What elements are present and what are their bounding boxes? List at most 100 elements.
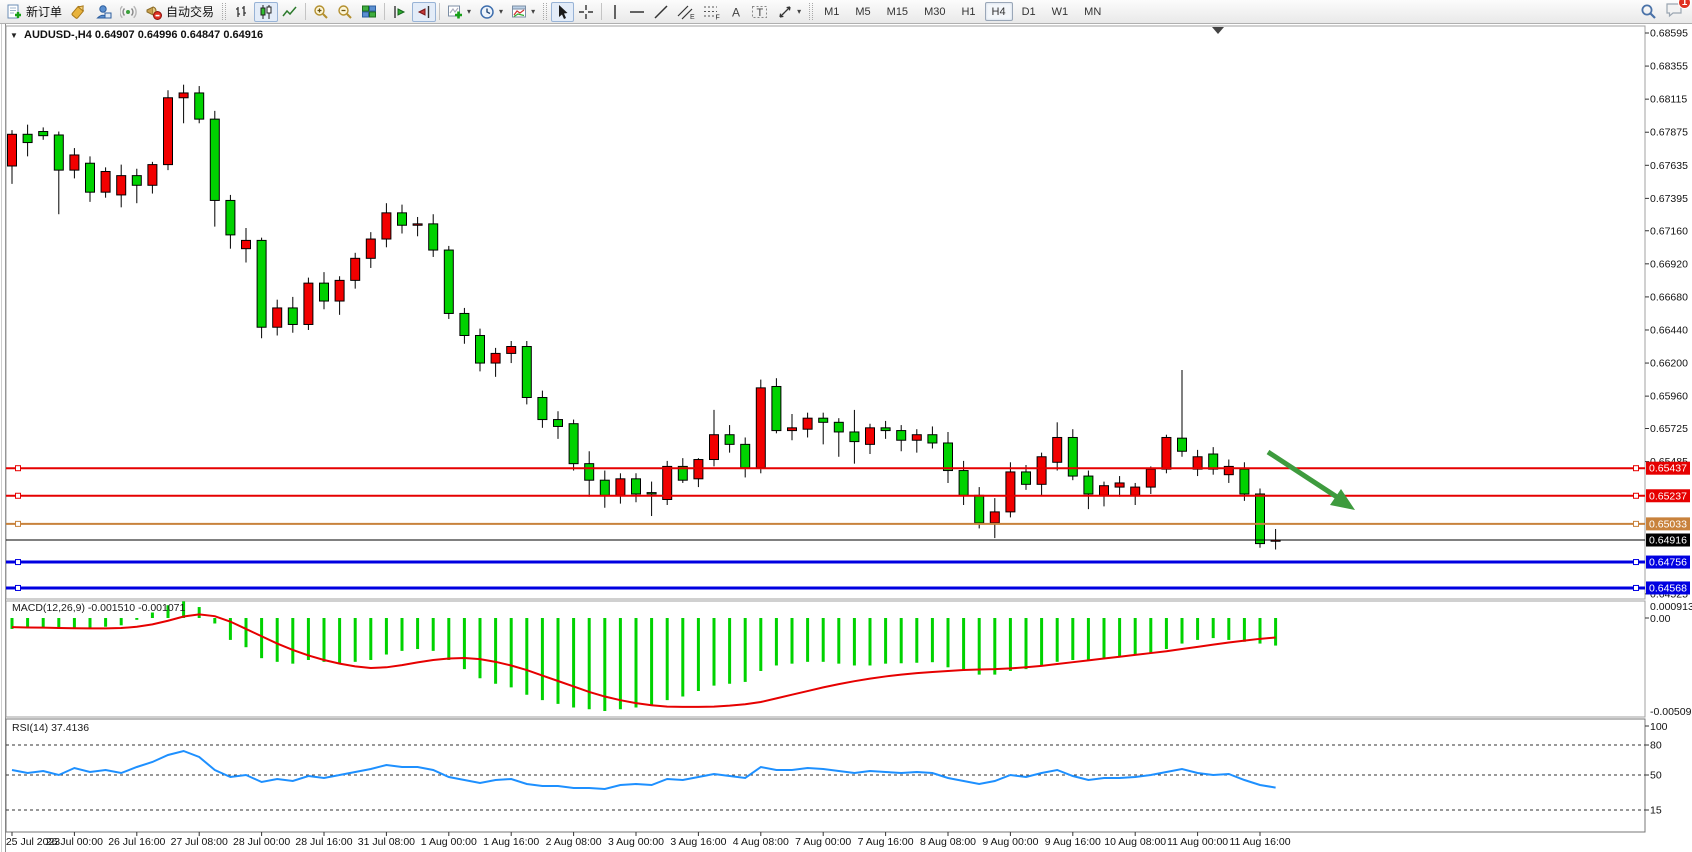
dropdown-caret-icon: ▾ xyxy=(467,7,471,16)
svg-text:4 Aug 08:00: 4 Aug 08:00 xyxy=(733,836,789,848)
line-handle[interactable] xyxy=(1634,585,1639,590)
bar-chart-icon xyxy=(234,4,250,20)
svg-text:0.00: 0.00 xyxy=(1650,613,1671,625)
svg-text:26 Jul 00:00: 26 Jul 00:00 xyxy=(46,836,103,848)
vertical-line-button[interactable] xyxy=(605,2,625,22)
svg-text:100: 100 xyxy=(1650,721,1668,733)
chart-canvas[interactable]: 0.68595 0.68355 0.68115 0.67875 0.67635 0.673… xyxy=(0,24,1692,852)
svg-text:0.66440: 0.66440 xyxy=(1650,324,1688,336)
equidistant-channel-icon: E xyxy=(677,4,695,20)
svg-text:F: F xyxy=(716,14,720,20)
marker-button[interactable] xyxy=(66,2,91,22)
auto-trading-icon xyxy=(145,4,163,20)
arrows-tool-button[interactable]: ▾ xyxy=(773,2,805,22)
templates-icon xyxy=(511,4,527,20)
channel-button[interactable]: E xyxy=(673,2,699,22)
zoom-out-button[interactable] xyxy=(333,2,357,22)
auto-trading-button[interactable]: 自动交易 xyxy=(141,2,218,22)
timeframe-button-m15[interactable]: M15 xyxy=(880,2,915,21)
cursor-button[interactable] xyxy=(551,2,574,22)
svg-text:1 Aug 16:00: 1 Aug 16:00 xyxy=(483,836,539,848)
toolbar-separator xyxy=(601,3,602,20)
main-toolbar: 新订单 自动交易 xyxy=(0,0,1692,24)
toolbar-separator xyxy=(439,3,440,20)
text-label-icon: T xyxy=(751,4,769,20)
fibonacci-button[interactable]: F xyxy=(699,2,725,22)
svg-text:0.68115: 0.68115 xyxy=(1650,94,1687,106)
profile-button[interactable] xyxy=(91,2,116,22)
trendline-button[interactable] xyxy=(649,2,673,22)
line-handle[interactable] xyxy=(1634,466,1639,471)
svg-text:0.65237: 0.65237 xyxy=(1649,490,1687,502)
crayon-icon xyxy=(70,4,87,20)
window-menu-triangle-icon: ▼ xyxy=(10,31,18,40)
macd-pane[interactable] xyxy=(6,601,1645,717)
text-button[interactable]: A xyxy=(725,2,747,22)
timeframe-button-h1[interactable]: H1 xyxy=(954,2,982,21)
candlestick-chart-icon xyxy=(258,4,274,20)
new-order-label: 新订单 xyxy=(26,3,62,20)
auto-scroll-icon xyxy=(392,4,408,20)
search-icon[interactable] xyxy=(1640,3,1657,20)
svg-text:0.64916: 0.64916 xyxy=(1649,535,1687,547)
toolbar-right: 1 xyxy=(1640,1,1690,23)
svg-text:27 Jul 08:00: 27 Jul 08:00 xyxy=(171,836,228,848)
notification-badge: 1 xyxy=(1678,0,1691,9)
svg-text:50: 50 xyxy=(1650,770,1662,782)
timeframe-button-h4[interactable]: H4 xyxy=(985,2,1013,21)
chart-shift-button[interactable] xyxy=(412,2,436,22)
line-handle[interactable] xyxy=(1634,560,1639,565)
text-label-button[interactable]: T xyxy=(747,2,773,22)
chat-button[interactable]: 1 xyxy=(1665,1,1684,23)
timeframe-button-m5[interactable]: M5 xyxy=(848,2,877,21)
new-order-button[interactable]: 新订单 xyxy=(2,2,66,22)
line-handle[interactable] xyxy=(16,466,21,471)
signals-button[interactable] xyxy=(116,2,141,22)
chart-title: ▼AUDUSD-,H4 0.64907 0.64996 0.64847 0.64… xyxy=(10,29,263,41)
bar-chart-button[interactable] xyxy=(230,2,254,22)
crosshair-icon xyxy=(578,4,594,20)
horizontal-line-button[interactable] xyxy=(625,2,649,22)
svg-text:0.67395: 0.67395 xyxy=(1650,193,1688,205)
timeframe-button-mn[interactable]: MN xyxy=(1077,2,1108,21)
timeframe-button-m30[interactable]: M30 xyxy=(917,2,952,21)
arrows-tool-icon xyxy=(777,4,793,20)
svg-text:80: 80 xyxy=(1650,740,1662,752)
svg-text:2 Aug 08:00: 2 Aug 08:00 xyxy=(546,836,602,848)
svg-text:0.67875: 0.67875 xyxy=(1650,127,1688,139)
auto-scroll-button[interactable] xyxy=(388,2,412,22)
toolbar-grip xyxy=(809,3,813,20)
timeframe-button-m1[interactable]: M1 xyxy=(817,2,846,21)
svg-text:3 Aug 00:00: 3 Aug 00:00 xyxy=(608,836,664,848)
line-handle[interactable] xyxy=(1634,521,1639,526)
indicators-button[interactable]: ▾ xyxy=(443,2,475,22)
svg-text:0.66680: 0.66680 xyxy=(1650,291,1688,303)
line-handle[interactable] xyxy=(16,560,21,565)
svg-text:28 Jul 16:00: 28 Jul 16:00 xyxy=(295,836,352,848)
svg-text:E: E xyxy=(690,14,695,20)
tile-windows-icon xyxy=(361,4,377,20)
line-handle[interactable] xyxy=(16,493,21,498)
clock-icon xyxy=(479,4,495,20)
templates-button[interactable]: ▾ xyxy=(507,2,539,22)
svg-text:0.68355: 0.68355 xyxy=(1650,61,1688,73)
tile-windows-button[interactable] xyxy=(357,2,381,22)
periods-button[interactable]: ▾ xyxy=(475,2,507,22)
timeframe-button-w1[interactable]: W1 xyxy=(1045,2,1076,21)
timeframe-button-d1[interactable]: D1 xyxy=(1015,2,1043,21)
zoom-in-button[interactable] xyxy=(309,2,333,22)
line-chart-icon xyxy=(282,4,298,20)
line-handle[interactable] xyxy=(16,521,21,526)
crosshair-button[interactable] xyxy=(574,2,598,22)
macd-label: MACD(12,26,9) -0.001510 -0.001071 xyxy=(12,602,186,614)
line-handle[interactable] xyxy=(1634,493,1639,498)
toolbar-grip xyxy=(543,3,547,20)
svg-text:0.68595: 0.68595 xyxy=(1650,28,1688,40)
candlestick-chart-button[interactable] xyxy=(254,2,278,22)
main-price-pane[interactable] xyxy=(6,26,1645,599)
line-handle[interactable] xyxy=(16,585,21,590)
svg-text:0.67635: 0.67635 xyxy=(1650,160,1688,172)
svg-text:0.67160: 0.67160 xyxy=(1650,225,1688,237)
line-chart-button[interactable] xyxy=(278,2,302,22)
svg-text:15: 15 xyxy=(1650,805,1662,817)
